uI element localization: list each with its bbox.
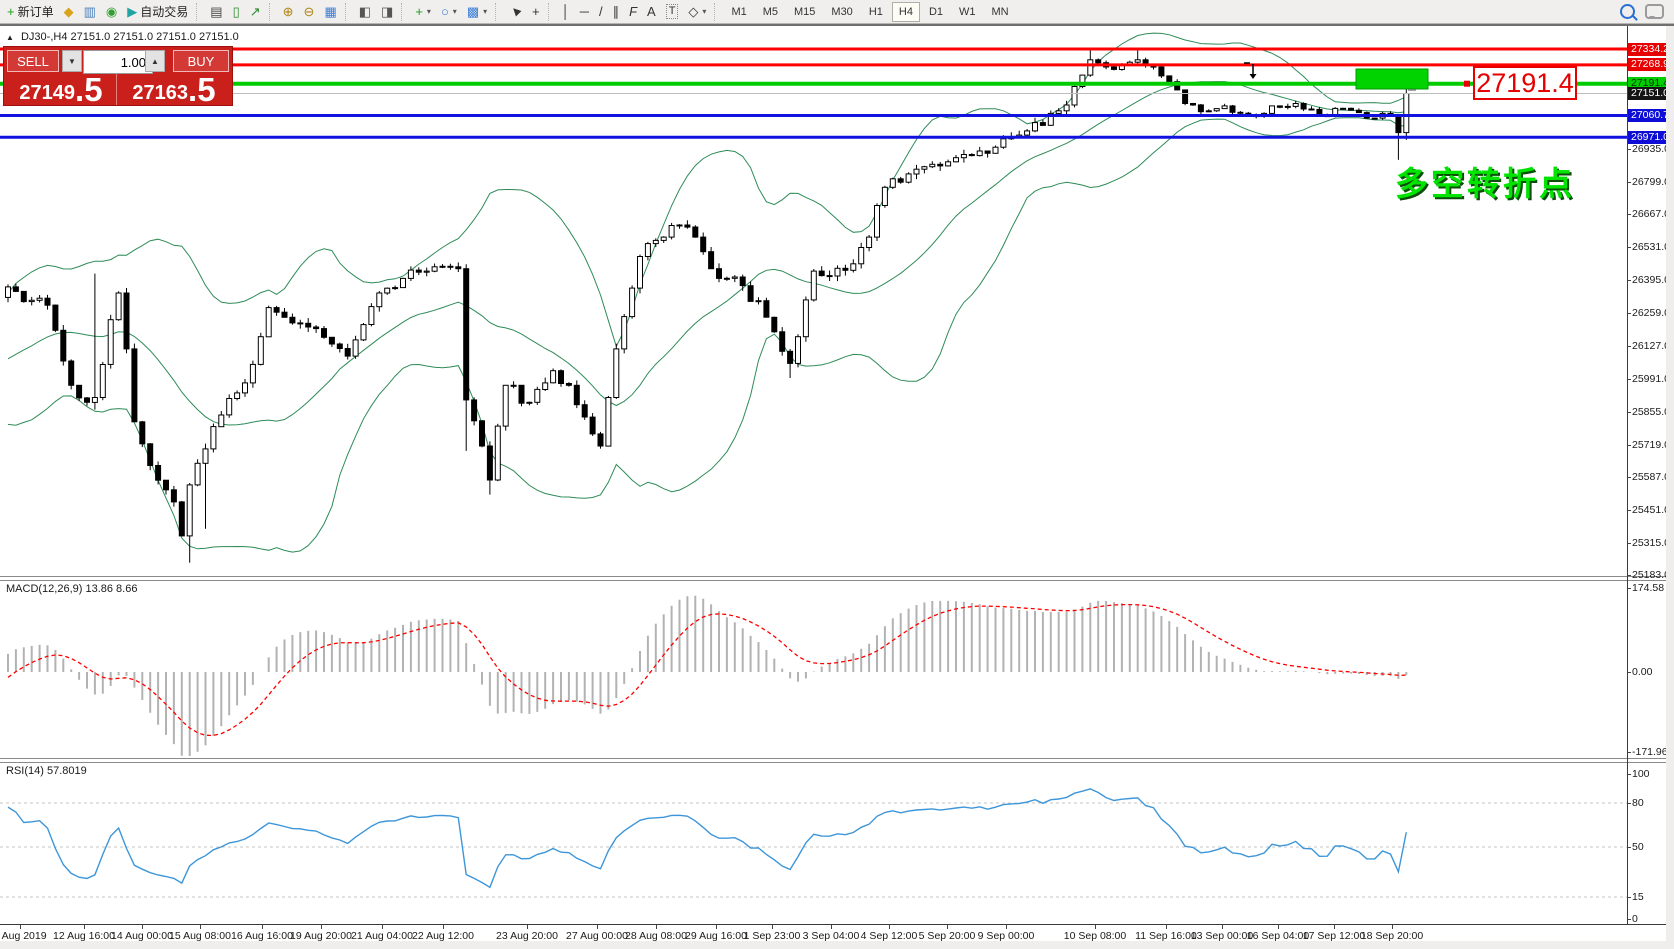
time-axis-tick xyxy=(1166,925,1167,929)
time-axis-tick xyxy=(716,925,717,929)
sell-price[interactable]: 27149 .5 xyxy=(6,74,117,105)
time-axis-tick xyxy=(527,925,528,929)
pane-separator-rsi[interactable] xyxy=(0,758,1674,763)
axis-border xyxy=(1627,26,1628,925)
time-axis-tick xyxy=(1095,925,1096,929)
time-axis-tick xyxy=(20,925,21,929)
price-axis-label: 25315.0 xyxy=(1632,537,1670,549)
time-axis-tick xyxy=(947,925,948,929)
volume-increase-button[interactable]: ▲ xyxy=(145,50,165,72)
ohlc-values: 27151.0 27151.0 27151.0 27151.0 xyxy=(71,31,239,43)
rsi-axis-label: 50 xyxy=(1632,841,1644,853)
rsi-axis-label: 80 xyxy=(1632,797,1644,809)
rsi-axis-label: 15 xyxy=(1632,891,1644,903)
buy-price[interactable]: 27163 .5 xyxy=(117,74,231,105)
window-edge-right xyxy=(1666,26,1674,941)
time-axis-tick xyxy=(1006,925,1007,929)
buy-price-frac: .5 xyxy=(188,75,216,105)
price-axis-label: 25451.0 xyxy=(1632,504,1670,516)
time-axis-tick xyxy=(1222,925,1223,929)
price-axis-label: 26531.0 xyxy=(1632,241,1670,253)
sell-price-frac: .5 xyxy=(75,75,103,105)
price-axis-label: 26935.0 xyxy=(1632,143,1670,155)
price-axis-label: 26667.0 xyxy=(1632,208,1670,220)
time-axis-tick xyxy=(772,925,773,929)
time-axis-tick xyxy=(443,925,444,929)
pane-separator-macd[interactable] xyxy=(0,576,1674,581)
price-chart-canvas[interactable] xyxy=(0,0,1674,949)
price-axis-label: 25991.0 xyxy=(1632,373,1670,385)
macd-axis-label: -171.96 xyxy=(1632,746,1668,758)
buy-button[interactable]: BUY xyxy=(173,50,229,72)
collapse-triangle-icon[interactable]: ▲ xyxy=(6,33,14,42)
time-axis-tick xyxy=(262,925,263,929)
symbol-period-label: DJ30-,H4 xyxy=(21,31,67,43)
time-axis-tick xyxy=(382,925,383,929)
price-axis-label: 25719.0 xyxy=(1632,439,1670,451)
sell-price-int: 27149 xyxy=(19,81,75,105)
rsi-axis-label: 100 xyxy=(1632,768,1650,780)
price-axis-label: 26799.0 xyxy=(1632,176,1670,188)
macd-axis-label: 0.00 xyxy=(1632,666,1652,678)
sell-button[interactable]: SELL xyxy=(7,50,59,72)
time-axis-tick xyxy=(1278,925,1279,929)
time-axis-tick xyxy=(84,925,85,929)
price-axis-label: 25855.0 xyxy=(1632,406,1670,418)
one-click-trading-panel: SELL ▼ ▲ BUY 27149 .5 27163 .5 xyxy=(3,46,233,106)
time-axis-tick xyxy=(831,925,832,929)
time-axis-tick xyxy=(1334,925,1335,929)
window-edge-bottom xyxy=(0,941,1674,949)
time-axis-tick xyxy=(1392,925,1393,929)
time-axis-tick xyxy=(142,925,143,929)
price-axis-label: 26259.0 xyxy=(1632,307,1670,319)
price-axis-label: 26395.0 xyxy=(1632,274,1670,286)
time-axis-tick xyxy=(321,925,322,929)
buy-price-int: 27163 xyxy=(132,81,188,105)
macd-axis-label: 174.58 xyxy=(1632,582,1664,594)
price-axis-label: 25587.0 xyxy=(1632,471,1670,483)
turning-point-annotation[interactable]: 多空转折点 xyxy=(1395,157,1575,205)
macd-indicator-label: MACD(12,26,9) 13.86 8.66 xyxy=(6,583,137,595)
time-axis-tick xyxy=(656,925,657,929)
time-axis-tick xyxy=(597,925,598,929)
time-axis-tick xyxy=(200,925,201,929)
price-axis-label: 26127.0 xyxy=(1632,340,1670,352)
time-axis-border xyxy=(0,924,1674,925)
chart-header: ▲ DJ30-,H4 27151.0 27151.0 27151.0 27151… xyxy=(6,31,239,43)
rsi-indicator-label: RSI(14) 57.8019 xyxy=(6,765,87,777)
price-axis-label: 25183.0 xyxy=(1632,569,1670,581)
time-axis-tick xyxy=(889,925,890,929)
volume-decrease-button[interactable]: ▼ xyxy=(62,50,82,72)
price-callout-label[interactable]: 27191.4 xyxy=(1473,66,1577,100)
